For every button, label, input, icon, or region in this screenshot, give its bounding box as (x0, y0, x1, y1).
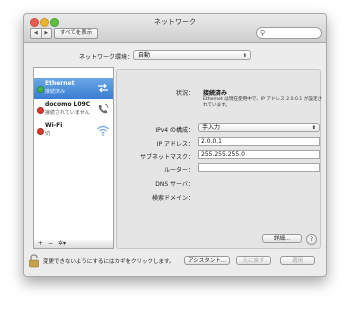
gear-menu-button[interactable]: ✲▾ (58, 240, 66, 248)
back-button[interactable]: ◀ (31, 29, 41, 38)
service-item-docomo[interactable]: docomo L09C 接続されていません (34, 99, 113, 120)
service-item-wifi[interactable]: Wi-Fi 切 (34, 120, 113, 141)
ethernet-arrows-icon (98, 83, 108, 93)
location-label: ネットワーク環境： (79, 54, 134, 61)
subnet-mask-label: サブネットマスク： (139, 154, 194, 161)
title-bar: ネットワーク ◀ ▶ すべてを表示 ⚲ (24, 14, 326, 43)
service-status: 切 (45, 131, 51, 137)
status-label: 状況： (175, 90, 194, 97)
updown-arrows-icon: ⬍ (311, 125, 316, 131)
location-popup[interactable]: 自動 ⬍ (133, 50, 251, 60)
advanced-button[interactable]: 詳細... (262, 234, 302, 243)
ipv4-config-popup[interactable]: 手入力 ⬍ (198, 123, 320, 132)
subnet-mask-field[interactable]: 255.255.255.0 (198, 150, 320, 159)
service-name: Wi-Fi (45, 122, 63, 129)
search-icon: ⚲ (260, 29, 266, 37)
search-field[interactable]: ⚲ (256, 27, 322, 39)
show-all-button[interactable]: すべてを表示 (54, 28, 99, 39)
lock-instruction-text: 変更できないようにするにはカギをクリックします。 (43, 259, 175, 265)
status-value: 接続済み (203, 90, 228, 97)
wifi-icon (97, 125, 109, 136)
router-field[interactable] (198, 163, 320, 172)
status-dot-red-icon (37, 128, 44, 135)
service-list: Ethernet 接続済み docomo L09C 接続されていません Wi-F… (33, 67, 114, 242)
lock-icon[interactable] (28, 254, 40, 268)
ip-address-label: IP アドレス： (156, 141, 194, 148)
service-name: docomo L09C (45, 101, 91, 108)
status-note: Ethernet は現在使用中で、IP アドレス 2.0.0.1 が設定されてい… (203, 97, 323, 108)
router-label: ルーター： (163, 167, 194, 174)
revert-button[interactable]: 元に戻す (236, 256, 271, 265)
service-status: 接続されていません (45, 110, 90, 116)
apply-button[interactable]: 適用 (280, 256, 315, 265)
window-title: ネットワーク (154, 18, 196, 26)
phone-modem-icon (98, 103, 109, 114)
updown-arrows-icon: ⬍ (242, 53, 247, 59)
ipv4-config-label: IPv4 の構成： (155, 127, 194, 134)
status-dot-red-icon (37, 107, 44, 114)
back-forward-control: ◀ ▶ (30, 28, 52, 39)
remove-service-button[interactable]: − (48, 240, 53, 248)
assistant-button[interactable]: アシスタント... (184, 256, 230, 265)
forward-button[interactable]: ▶ (40, 29, 52, 38)
location-value: 自動 (138, 52, 151, 59)
service-item-ethernet[interactable]: Ethernet 接続済み (34, 78, 113, 99)
help-button[interactable]: ? (306, 234, 317, 245)
ip-address-field[interactable]: 2.0.0.1 (198, 137, 320, 146)
service-list-toolbar: + − ✲▾ (33, 240, 114, 249)
ipv4-config-value: 手入力 (202, 124, 221, 131)
add-service-button[interactable]: + (38, 240, 43, 248)
status-dot-green-icon (37, 86, 44, 93)
search-domain-label: 検索ドメイン： (151, 195, 194, 202)
network-preferences-window: ネットワーク ◀ ▶ すべてを表示 ⚲ ネットワーク環境： 自動 ⬍ Ether… (23, 13, 327, 277)
dns-server-label: DNS サーバ： (155, 181, 194, 188)
service-name: Ethernet (45, 80, 75, 87)
service-status: 接続済み (45, 89, 66, 95)
service-detail-pane: 状況： 接続済み Ethernet は現在使用中で、IP アドレス 2.0.0.… (116, 69, 323, 249)
